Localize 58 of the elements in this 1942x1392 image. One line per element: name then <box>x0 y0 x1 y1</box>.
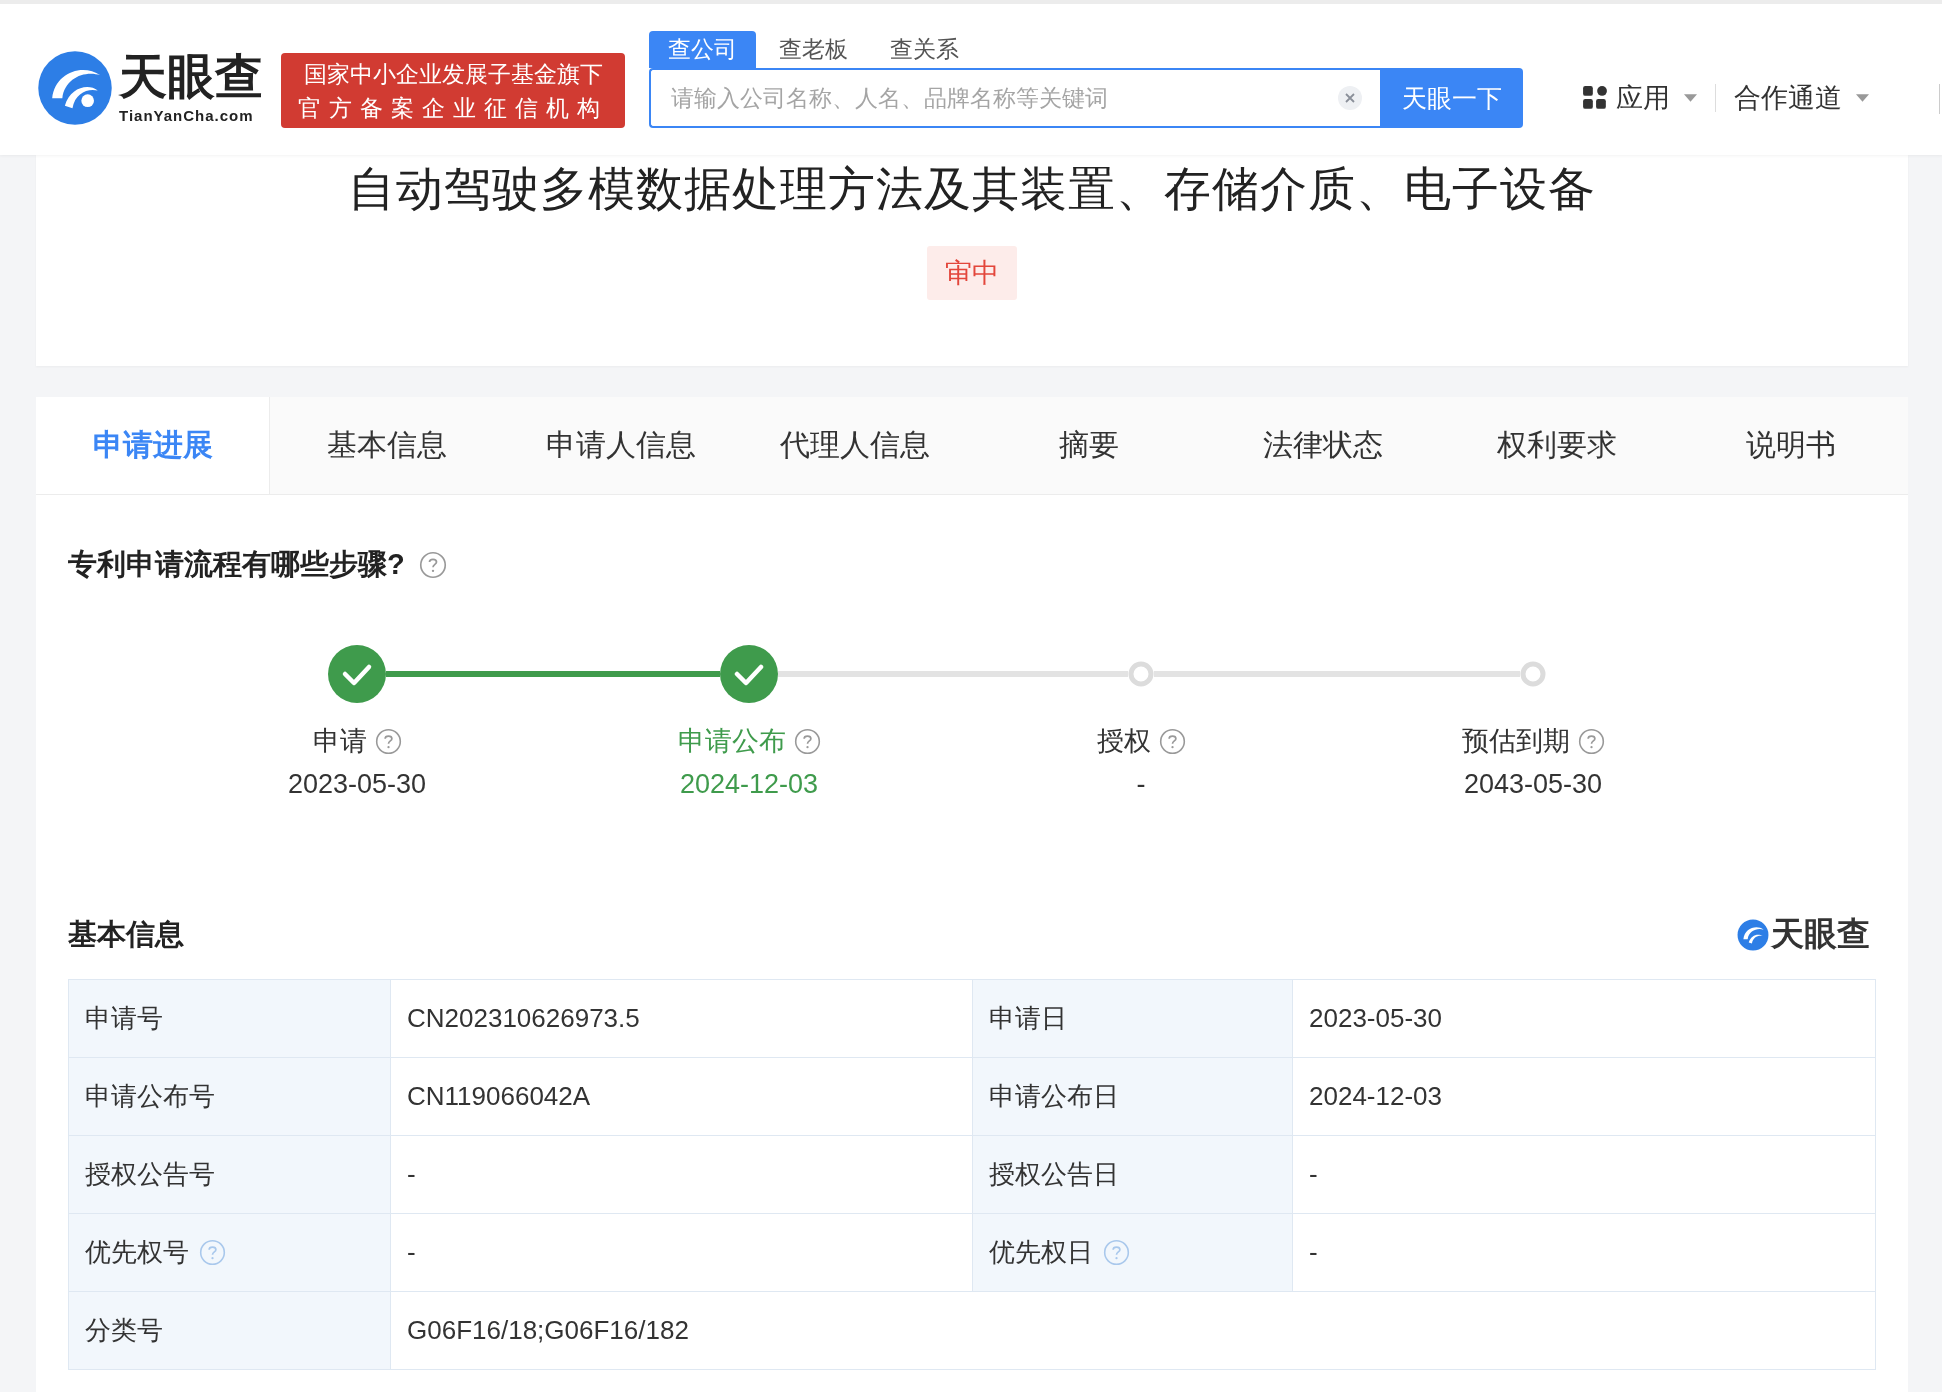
certification-badge: 国家中小企业发展子基金旗下 官方备案企业征信机构 <box>281 53 625 128</box>
step-label: 申请 <box>312 725 367 758</box>
field-label: 申请号 <box>85 1002 163 1035</box>
section-tab[interactable]: 代理人信息 <box>738 397 972 494</box>
field-label: 授权公告日 <box>989 1158 1119 1191</box>
field-label: 申请公布日 <box>989 1080 1119 1113</box>
logo-icon <box>1737 918 1769 951</box>
patent-title: 自动驾驶多模数据处理方法及其装置、存储介质、电子设备 <box>348 161 1596 217</box>
search-tab[interactable]: 查公司 <box>649 31 756 68</box>
section-heading: 专利申请流程有哪些步骤? <box>68 547 405 582</box>
section-tab[interactable]: 申请人信息 <box>504 397 738 494</box>
table-cell: - <box>1293 1214 1876 1292</box>
status-tag: 审中 <box>927 246 1017 300</box>
field-label: 申请公布号 <box>85 1080 215 1113</box>
help-icon[interactable] <box>374 727 402 755</box>
caret-icon[interactable] <box>1856 93 1869 103</box>
table-cell: 2023-05-30 <box>1293 980 1876 1058</box>
help-icon[interactable] <box>418 551 447 579</box>
logo-text: 天眼查 <box>1771 914 1870 954</box>
table-cell: - <box>1293 1136 1876 1214</box>
section-tab[interactable]: 权利要求 <box>1440 397 1674 494</box>
clear-icon[interactable] <box>1338 86 1362 110</box>
field-label: 授权公告号 <box>85 1158 215 1191</box>
help-icon[interactable] <box>1103 1239 1130 1266</box>
field-label: 分类号 <box>85 1314 163 1347</box>
nav-link[interactable]: 合作通道 <box>1734 80 1842 116</box>
help-icon[interactable] <box>1577 727 1605 755</box>
step-date: 2023-05-30 <box>287 769 427 800</box>
search-button[interactable]: 天眼一下 <box>1380 68 1523 128</box>
section-tab[interactable]: 申请进展 <box>36 397 270 494</box>
field-label: 优先权日 <box>989 1236 1093 1269</box>
logo-icon <box>37 50 113 126</box>
section-tab[interactable]: 说明书 <box>1674 397 1908 494</box>
section-tab[interactable]: 法律状态 <box>1206 397 1440 494</box>
field-label: 优先权号 <box>85 1236 189 1269</box>
help-icon[interactable] <box>1158 727 1186 755</box>
section-tab[interactable]: 基本信息 <box>270 397 504 494</box>
step-label: 预估到期 <box>1461 725 1570 758</box>
search-field[interactable]: 请输入公司名称、人名、品牌名称等关键词 <box>649 68 1380 128</box>
caret-icon[interactable] <box>1684 93 1697 103</box>
field-label: 申请日 <box>989 1002 1067 1035</box>
step-label: 申请公布 <box>677 725 786 758</box>
step-date: - <box>1136 769 1146 800</box>
help-icon[interactable] <box>793 727 821 755</box>
table-cell: G06F16/18;G06F16/182 <box>391 1292 1876 1370</box>
table-cell: 2024-12-03 <box>1293 1058 1876 1136</box>
search-tab[interactable]: 查老板 <box>760 31 867 68</box>
apps-icon[interactable] <box>1582 85 1608 111</box>
step-label: 授权 <box>1096 725 1151 758</box>
step-date: 2024-12-03 <box>679 769 819 800</box>
logo-domain: TianYanCha.com <box>119 106 255 124</box>
step-date: 2043-05-30 <box>1463 769 1603 800</box>
section-tab[interactable]: 摘要 <box>972 397 1206 494</box>
logo-text: 天眼查 <box>119 52 263 101</box>
help-icon[interactable] <box>199 1239 226 1266</box>
search-tab[interactable]: 查关系 <box>871 31 978 68</box>
section-heading: 基本信息 <box>68 916 184 952</box>
nav-link[interactable]: 应用 <box>1616 80 1670 116</box>
